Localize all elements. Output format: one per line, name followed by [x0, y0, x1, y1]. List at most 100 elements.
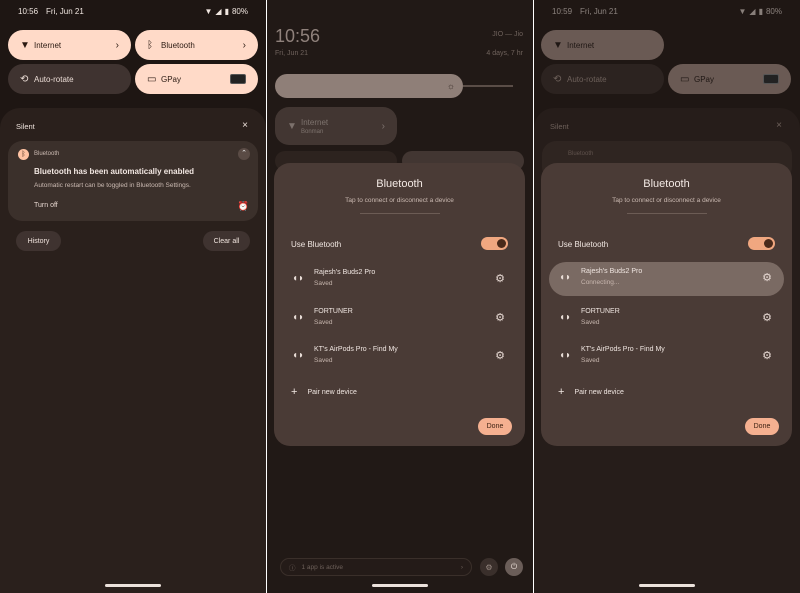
device-item[interactable]: ◖◗ FORTUNER Saved ⚙	[282, 302, 517, 336]
tile-bluetooth-label: Bluetooth	[161, 40, 195, 50]
tile-gpay-label: GPay	[161, 74, 182, 84]
plus-icon: +	[291, 386, 298, 398]
done-button[interactable]: Done	[478, 418, 512, 435]
gear-icon[interactable]: ⚙	[495, 349, 505, 362]
wallet-icon: ▭	[147, 73, 157, 85]
device-item[interactable]: ◖◗ KT's AirPods Pro - Find My Saved ⚙	[549, 340, 784, 374]
use-bluetooth-toggle[interactable]	[748, 237, 775, 250]
chevron-right-icon: ›	[242, 39, 246, 51]
panel-notification-shade: 10:56 Fri, Jun 21 ▼ ◢ ▮ 80% ▼ Internet ›…	[0, 0, 266, 593]
cell-signal-icon: ◢	[215, 7, 222, 16]
device-state: Connecting...	[581, 279, 620, 286]
divider	[360, 213, 440, 214]
status-date: Fri, Jun 21	[580, 7, 618, 16]
tile-internet-label: Internet	[34, 40, 62, 50]
tile-internet[interactable]: ▼ Internet	[541, 30, 664, 60]
gesture-handle[interactable]	[105, 584, 161, 587]
status-date: Fri, Jun 21	[46, 7, 84, 16]
brightness-slider[interactable]: ☼	[275, 74, 463, 98]
device-name: FORTUNER	[314, 308, 353, 315]
dialog-subtitle: Tap to connect or disconnect a device	[612, 197, 721, 204]
gesture-handle[interactable]	[639, 584, 695, 587]
device-item[interactable]: ◖◗ Rajesh's Buds2 Pro Saved ⚙	[282, 263, 517, 297]
tile-internet[interactable]: ▼ Internet ›	[8, 30, 131, 60]
tile-internet[interactable]: ▼ Internet Bonman ›	[275, 107, 397, 145]
chevron-up-icon[interactable]: ⌃	[238, 148, 250, 160]
notification-app-name: Bluetooth	[34, 151, 60, 157]
device-item[interactable]: ◖◗ FORTUNER Saved ⚙	[549, 302, 784, 336]
dialog-title: Bluetooth	[643, 178, 690, 190]
device-name: KT's AirPods Pro - Find My	[314, 346, 398, 353]
headphones-icon: ◖◗	[292, 350, 305, 361]
device-state: Saved	[581, 319, 600, 326]
turn-off-button[interactable]: Turn off	[34, 202, 58, 209]
panel-bluetooth-connecting: 10:59 Fri, Jun 21 ▼ ◢ ▮ 80% ▼ Internet ⟲…	[534, 0, 800, 593]
close-icon[interactable]: ×	[776, 120, 782, 131]
gear-icon[interactable]: ⚙	[762, 311, 772, 324]
headphones-icon: ◖◗	[559, 312, 572, 323]
snooze-icon[interactable]: ⏰	[238, 201, 249, 212]
tile-bluetooth[interactable]: ᛒ Bluetooth ›	[135, 30, 258, 60]
dialog-title: Bluetooth	[376, 178, 423, 190]
headphones-icon: ◖◗	[559, 272, 572, 283]
bluetooth-icon: ᛒ	[147, 39, 153, 51]
brightness-icon: ☼	[446, 81, 455, 91]
device-state: Saved	[314, 357, 333, 364]
active-apps-bar[interactable]: ⓘ 1 app is active ›	[280, 558, 472, 576]
clear-all-button[interactable]: Clear all	[203, 231, 250, 251]
tile-auto-rotate[interactable]: ⟲ Auto-rotate	[541, 64, 664, 94]
pair-new-device-button[interactable]: + Pair new device	[558, 386, 624, 398]
bluetooth-app-icon: ᛒ	[18, 149, 29, 160]
tile-internet-label: Internet	[301, 117, 329, 127]
use-bluetooth-label: Use Bluetooth	[291, 240, 342, 249]
power-icon[interactable]: ⏻	[505, 558, 523, 576]
tile-gpay[interactable]: ▭ GPay	[668, 64, 791, 94]
headphones-icon: ◖◗	[559, 350, 572, 361]
gesture-handle[interactable]	[372, 584, 428, 587]
tile-internet-label: Internet	[567, 40, 595, 50]
device-item[interactable]: ◖◗ KT's AirPods Pro - Find My Saved ⚙	[282, 340, 517, 374]
pair-new-device-label: Pair new device	[307, 388, 357, 396]
notification-app-name: Bluetooth	[568, 151, 594, 157]
device-name: FORTUNER	[581, 308, 620, 315]
tile-gpay-label: GPay	[694, 74, 715, 84]
history-button[interactable]: History	[16, 231, 61, 251]
settings-icon[interactable]: ⚙	[480, 558, 498, 576]
tile-auto-rotate[interactable]: ⟲ Auto-rotate	[8, 64, 131, 94]
notification-card[interactable]: ᛒ Bluetooth ⌃ Bluetooth has been automat…	[8, 141, 258, 221]
gear-icon[interactable]: ⚙	[762, 349, 772, 362]
rotate-icon: ⟲	[553, 73, 562, 85]
wifi-signal-icon: ▼	[738, 7, 747, 16]
gear-icon[interactable]: ⚙	[762, 271, 772, 284]
divider	[627, 213, 707, 214]
battery-icon: ▮	[758, 7, 763, 16]
battery-icon: ▮	[224, 7, 229, 16]
status-bar: 10:59 Fri, Jun 21 ▼ ◢ ▮ 80%	[552, 7, 782, 16]
device-state: Saved	[581, 357, 600, 364]
headphones-icon: ◖◗	[292, 312, 305, 323]
use-bluetooth-toggle[interactable]	[481, 237, 508, 250]
close-icon[interactable]: ×	[242, 120, 248, 131]
card-icon	[763, 74, 779, 84]
device-name: Rajesh's Buds2 Pro	[581, 268, 643, 275]
battery-percent: 80%	[765, 7, 782, 16]
pair-new-device-button[interactable]: + Pair new device	[291, 386, 357, 398]
pair-new-device-label: Pair new device	[574, 388, 624, 396]
headphones-icon: ◖◗	[292, 273, 305, 284]
gear-icon[interactable]: ⚙	[495, 311, 505, 324]
cell-signal-icon: ◢	[749, 7, 756, 16]
tile-gpay[interactable]: ▭ GPay	[135, 64, 258, 94]
plus-icon: +	[558, 386, 565, 398]
wifi-icon: ▼	[20, 39, 30, 51]
device-item-connecting[interactable]: ◖◗ Rajesh's Buds2 Pro Connecting... ⚙	[549, 262, 784, 296]
done-button[interactable]: Done	[745, 418, 779, 435]
notification-title: Bluetooth has been automatically enabled	[34, 167, 195, 176]
gear-icon[interactable]: ⚙	[495, 272, 505, 285]
wifi-icon: ▼	[553, 39, 563, 51]
tile-auto-rotate-label: Auto-rotate	[567, 74, 607, 84]
dialog-subtitle: Tap to connect or disconnect a device	[345, 197, 454, 204]
wifi-signal-icon: ▼	[204, 7, 213, 16]
clock: 10:56	[275, 26, 321, 46]
chevron-right-icon: ›	[381, 120, 385, 132]
section-silent: Silent	[550, 122, 569, 131]
